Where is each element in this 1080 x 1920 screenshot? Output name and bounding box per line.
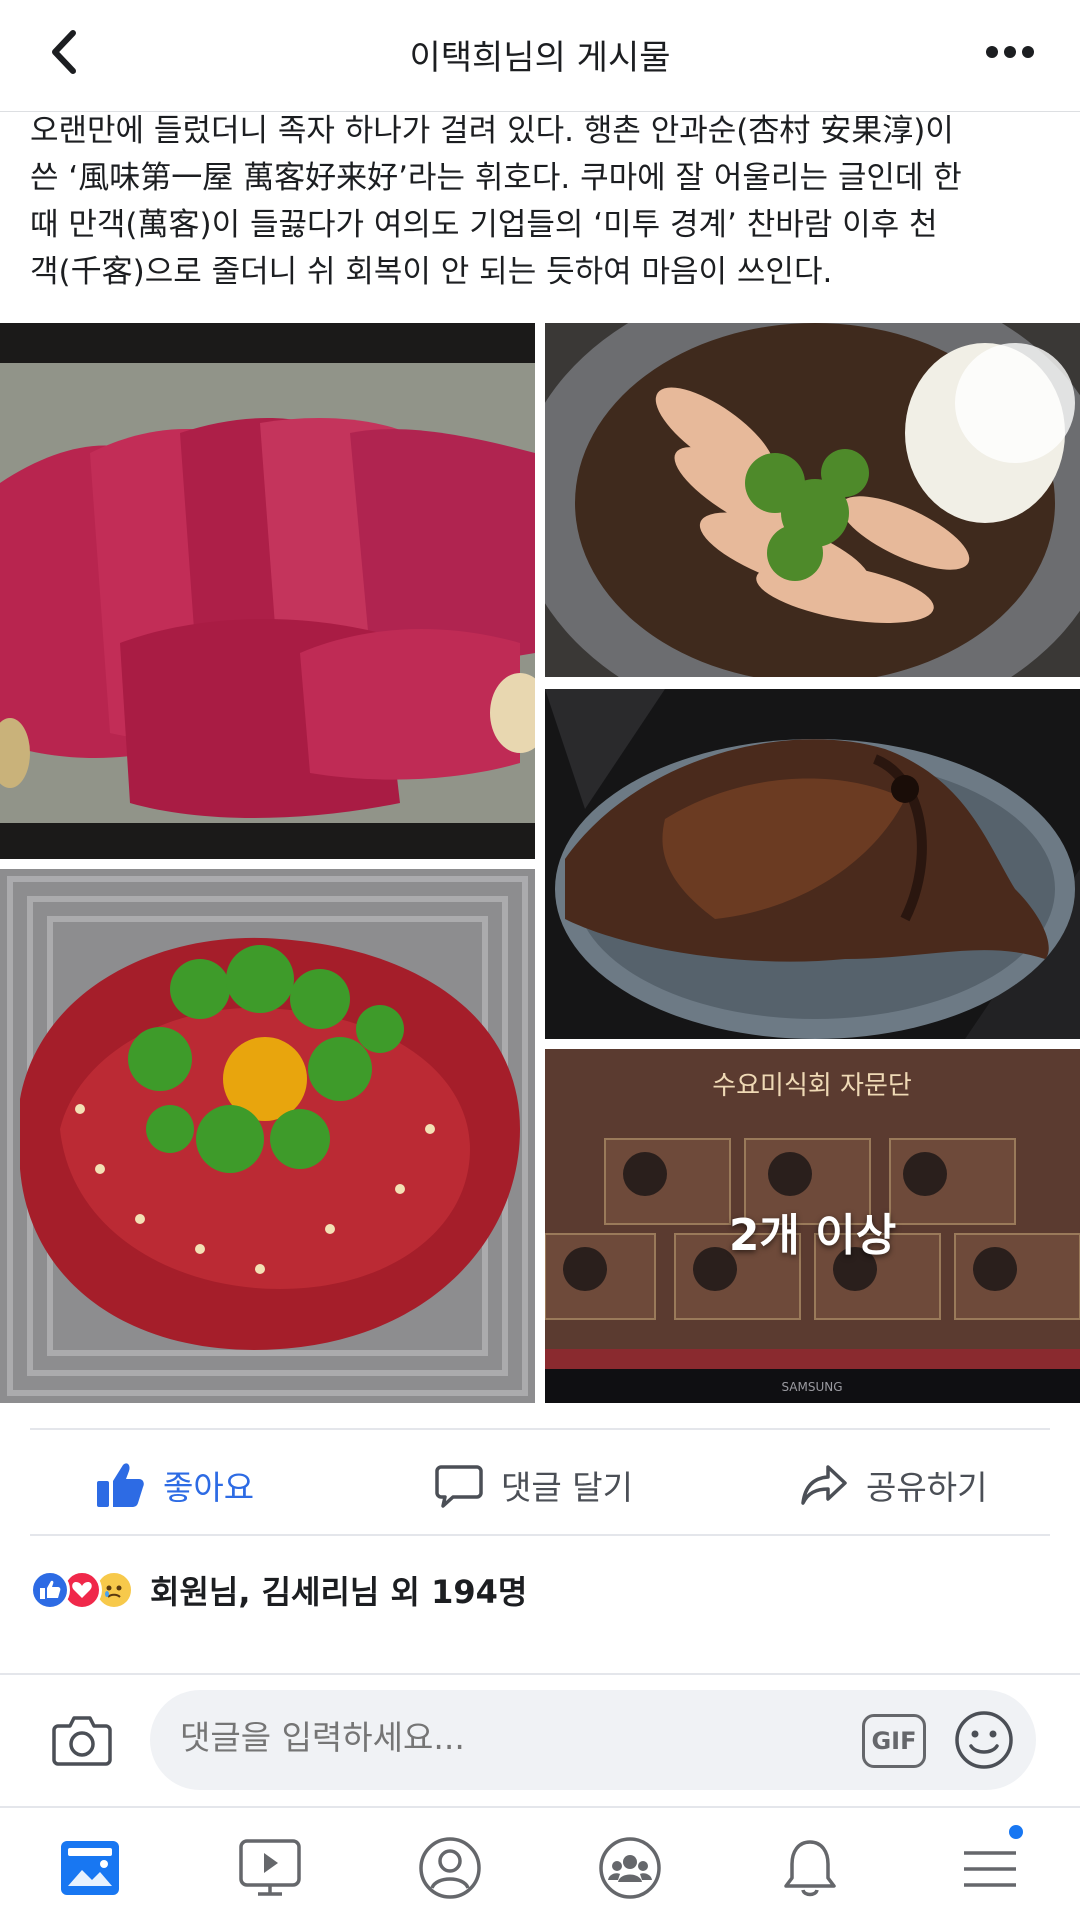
post-text-line: 쓴 ‘風味第一屋 萬客好来好’라는 휘호다. 쿠마에 잘 어울리는 글인데 한 [30,160,962,196]
gif-button[interactable]: GIF [862,1714,926,1768]
bottom-navigation [0,1806,1080,1920]
thumbs-up-icon [97,1463,144,1507]
photo-grilled-fish-head[interactable] [545,689,1080,1039]
nav-groups[interactable] [590,1830,670,1906]
page-title: 이택희님의 게시물 [409,38,671,78]
like-reaction-icon [30,1570,70,1610]
more-options-button[interactable] [970,22,1050,82]
more-horizontal-icon [986,46,1034,58]
reactions-summary[interactable]: 회원님, 김세리님 외 194명 [30,1560,527,1620]
photo-tv-panel[interactable]: 수요미식회 자문단 SAMSUNG 2개 이상 [545,1049,1080,1403]
reaction-icons [30,1570,134,1610]
post-text-line: 때 만객(萬客)이 들끓다가 여의도 기업들의 ‘미투 경계’ 찬바람 이후 천 [30,207,938,243]
like-label: 좋아요 [163,1468,255,1507]
comment-composer: GIF [0,1676,1080,1804]
emoji-button[interactable] [954,1710,1014,1774]
reactions-count-text: 회원님, 김세리님 외 194명 [150,1573,528,1611]
comment-label: 댓글 달기 [501,1468,633,1507]
comment-box[interactable]: GIF [150,1690,1036,1790]
photo-tuna-tartare[interactable] [0,869,535,1403]
divider [30,1534,1050,1536]
nav-menu[interactable] [950,1822,1030,1906]
like-button[interactable]: 좋아요 [95,1430,254,1540]
notification-badge [1006,1822,1026,1842]
tv-brand-text: SAMSUNG [781,1380,842,1394]
comment-bubble-icon [435,1465,483,1508]
nav-watch[interactable] [230,1830,310,1906]
news-feed-icon [61,1841,119,1895]
comment-input[interactable] [180,1718,700,1757]
share-button[interactable]: 공유하기 [800,1430,987,1540]
profile-icon [419,1837,481,1899]
nav-news-feed[interactable] [50,1830,130,1906]
post-text-line: 오랜만에 들렀더니 족자 하나가 걸려 있다. 행촌 안과순(杏村 安果淳)이 [30,113,954,149]
menu-icon [964,1851,1016,1887]
tv-title-text: 수요미식회 자문단 [712,1071,912,1101]
more-photos-label[interactable]: 2개 이상 [545,1199,1080,1263]
notifications-icon [784,1840,836,1897]
post-text-line: 객(千客)으로 줄더니 쉬 회복이 안 되는 듯하여 마음이 쓰인다. [30,254,833,290]
post-text: 오랜만에 들렀더니 족자 하나가 걸려 있다. 행촌 안과순(杏村 安果淳)이 … [30,108,1060,296]
photo-seared-bonito[interactable] [545,323,1080,677]
share-arrow-icon [801,1465,847,1505]
post-header: 이택희님의 게시물 [0,0,1080,112]
nav-profile[interactable] [410,1830,490,1906]
divider [0,1673,1080,1675]
camera-icon [52,1716,112,1766]
comment-button[interactable]: 댓글 달기 [435,1430,633,1540]
nav-notifications[interactable] [770,1830,850,1906]
post-actions: 좋아요 댓글 달기 공유하기 [0,1430,1080,1540]
groups-icon [599,1837,661,1899]
smiley-icon [955,1711,1013,1769]
camera-button[interactable] [52,1714,112,1770]
photo-tuna-sashimi[interactable] [0,323,535,859]
watch-icon [239,1839,301,1896]
share-label: 공유하기 [866,1468,988,1507]
